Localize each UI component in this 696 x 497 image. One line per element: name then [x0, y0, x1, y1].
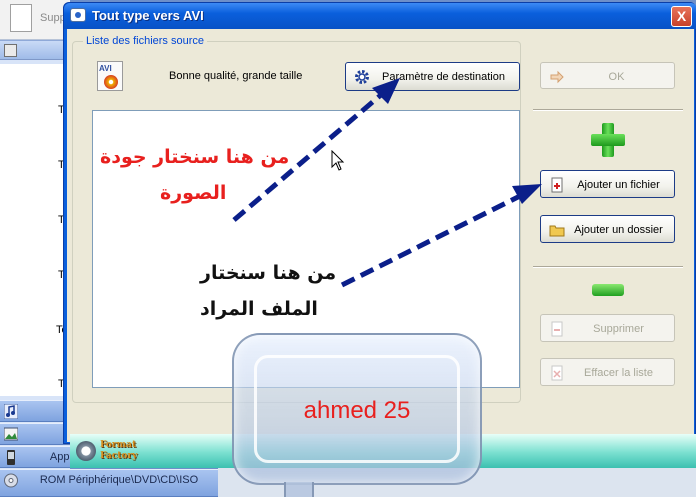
logo-text: Format	[100, 440, 137, 450]
plus-icon	[591, 123, 625, 157]
background-top-label: Supp	[40, 12, 66, 24]
format-tag: AVI	[99, 64, 112, 73]
video-category-bar[interactable]	[0, 40, 70, 60]
close-icon: X	[676, 8, 687, 24]
button-label: Ajouter un dossier	[574, 224, 663, 236]
speech-bubble: ahmed 25	[232, 333, 482, 485]
title-bar[interactable]: Tout type vers AVI X	[64, 3, 696, 29]
minus-icon	[592, 284, 624, 296]
format-factory-logo: Format Factory	[76, 438, 156, 464]
button-label: OK	[608, 71, 625, 83]
annotation-file-line2: الملف المراد	[200, 298, 318, 320]
background-task-list: T T T T Te T	[0, 64, 70, 396]
document-icon	[10, 4, 32, 32]
add-folder-button[interactable]: Ajouter un dossier	[540, 215, 675, 243]
destination-settings-button[interactable]: Paramètre de destination	[345, 62, 520, 91]
add-file-button[interactable]: Ajouter un fichier	[540, 170, 675, 198]
button-label: Ajouter un fichier	[577, 179, 660, 191]
film-icon	[4, 44, 17, 57]
gear-logo-icon	[76, 441, 96, 461]
mouse-cursor-icon	[331, 150, 345, 171]
music-note-icon	[4, 404, 18, 419]
picture-icon	[4, 427, 18, 441]
speech-bubble-tail	[284, 482, 314, 497]
app-icon	[70, 8, 86, 22]
close-button[interactable]: X	[671, 6, 692, 27]
clear-list-button[interactable]: Effacer la liste	[540, 358, 675, 386]
ok-button[interactable]: OK	[540, 62, 675, 89]
bubble-text: ahmed 25	[303, 397, 411, 424]
screenshot: Supp T T T T Te T Appareil Mobile\PSP\iP…	[0, 0, 696, 497]
divider	[533, 109, 683, 111]
logo-text: Factory	[100, 451, 138, 461]
dialog-title: Tout type vers AVI	[92, 8, 204, 23]
annotation-quality-line1: من هنا سنختار جودة	[100, 146, 290, 168]
annotation-file-line1: من هنا سنختار	[200, 262, 337, 284]
divider	[533, 266, 683, 268]
media-disc-icon	[104, 75, 118, 89]
category-rom-device[interactable]: ROM Périphérique\DVD\CD\ISO	[0, 469, 218, 497]
button-label: Supprimer	[593, 323, 644, 335]
quality-label: Bonne qualité, grande taille	[169, 70, 303, 82]
group-label: Liste des fichiers source	[83, 35, 207, 47]
avi-format-icon: AVI	[97, 61, 123, 91]
button-label: Paramètre de destination	[382, 71, 505, 83]
background-toolbar: Supp	[0, 0, 70, 40]
annotation-quality-line2: الصورة	[160, 182, 227, 204]
delete-button[interactable]: Supprimer	[540, 314, 675, 342]
category-label: ROM Périphérique\DVD\CD\ISO	[39, 474, 199, 486]
button-label: Effacer la liste	[584, 367, 653, 379]
